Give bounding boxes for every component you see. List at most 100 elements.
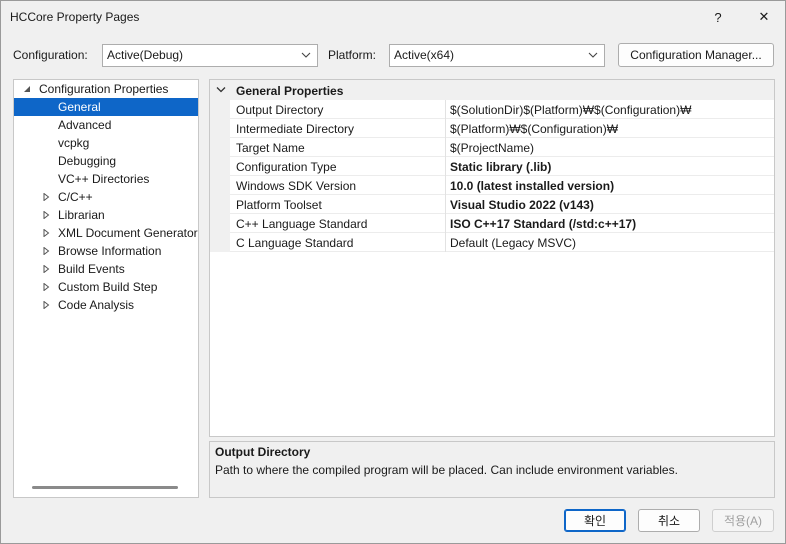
tree-item-label: Debugging	[58, 154, 117, 168]
column-divider[interactable]	[445, 138, 446, 157]
configuration-manager-button[interactable]: Configuration Manager...	[618, 43, 774, 67]
section-title: General Properties	[236, 84, 344, 98]
tree-item-label: Code Analysis	[58, 298, 135, 312]
column-divider[interactable]	[445, 119, 446, 138]
row-gutter	[210, 100, 230, 119]
close-icon: ✕	[758, 9, 770, 24]
title-bar[interactable]: HCCore Property Pages ? ✕	[1, 1, 785, 33]
tree-item-debugging[interactable]: Debugging	[14, 152, 198, 170]
property-name: C Language Standard	[236, 236, 354, 250]
platform-label: Platform:	[328, 48, 377, 62]
window-title: HCCore Property Pages	[10, 10, 140, 24]
collapsed-triangle-icon	[43, 211, 50, 219]
row-gutter	[210, 195, 230, 214]
tree-item-label: Custom Build Step	[58, 280, 158, 294]
apply-button[interactable]: 적용(A)	[712, 509, 774, 532]
section-header-general-properties[interactable]: General Properties	[210, 80, 774, 100]
configuration-dropdown[interactable]: Active(Debug)	[102, 44, 318, 67]
tree-item-label: Advanced	[58, 118, 112, 132]
property-name: Target Name	[236, 141, 305, 155]
property-value[interactable]: $(SolutionDir)$(Platform)₩$(Configuratio…	[450, 103, 691, 117]
tree-item-vcpkg[interactable]: vcpkg	[14, 134, 198, 152]
help-icon: ?	[714, 9, 722, 25]
property-name: Windows SDK Version	[236, 179, 357, 193]
property-row-configuration-type[interactable]: Configuration Type Static library (.lib)	[210, 157, 774, 176]
tree-item-build-events[interactable]: Build Events	[14, 260, 198, 278]
tree-item-xml-document-generator[interactable]: XML Document Generator	[14, 224, 198, 242]
property-name: C++ Language Standard	[236, 217, 368, 231]
column-divider[interactable]	[445, 195, 446, 214]
property-value[interactable]: $(ProjectName)	[450, 141, 534, 155]
property-name: Configuration Type	[236, 160, 337, 174]
property-row-output-directory[interactable]: Output Directory $(SolutionDir)$(Platform…	[210, 100, 774, 119]
property-row-target-name[interactable]: Target Name $(ProjectName)	[210, 138, 774, 157]
row-gutter	[210, 233, 230, 252]
description-text: Path to where the compiled program will …	[215, 463, 678, 477]
property-value[interactable]: ISO C++17 Standard (/std:c++17)	[450, 217, 636, 231]
property-grid: General Properties Output Directory $(Sol…	[209, 79, 775, 437]
property-row-c-language-standard[interactable]: C Language Standard Default (Legacy MSVC)	[210, 233, 774, 252]
column-divider[interactable]	[445, 157, 446, 176]
tree-item-c-c[interactable]: C/C++	[14, 188, 198, 206]
collapsed-triangle-icon	[43, 301, 50, 309]
property-value[interactable]: Static library (.lib)	[450, 160, 551, 174]
property-row-windows-sdk-version[interactable]: Windows SDK Version 10.0 (latest installe…	[210, 176, 774, 195]
collapsed-triangle-icon	[43, 283, 50, 291]
property-row-platform-toolset[interactable]: Platform Toolset Visual Studio 2022 (v143…	[210, 195, 774, 214]
description-title: Output Directory	[215, 445, 311, 459]
configuration-label: Configuration:	[13, 48, 88, 62]
help-button[interactable]: ?	[695, 1, 741, 33]
platform-value: Active(x64)	[394, 48, 455, 62]
property-value[interactable]: $(Platform)₩$(Configuration)₩	[450, 122, 618, 136]
tree-item-label: C/C++	[58, 190, 93, 204]
tree-item-label: Browse Information	[58, 244, 162, 258]
tree-item-librarian[interactable]: Librarian	[14, 206, 198, 224]
property-value[interactable]: Default (Legacy MSVC)	[450, 236, 576, 250]
chevron-down-icon	[588, 52, 598, 58]
expanded-triangle-icon	[24, 86, 30, 92]
column-divider[interactable]	[445, 176, 446, 195]
tree-item-label: Build Events	[58, 262, 125, 276]
row-gutter	[210, 176, 230, 195]
horizontal-scrollbar[interactable]	[32, 486, 178, 489]
tree-item-label: vcpkg	[58, 136, 90, 150]
property-name: Platform Toolset	[236, 198, 322, 212]
collapsed-triangle-icon	[43, 193, 50, 201]
tree-item-label: XML Document Generator	[58, 226, 198, 240]
tree-item-vc-directories[interactable]: VC++ Directories	[14, 170, 198, 188]
cancel-button[interactable]: 취소	[638, 509, 700, 532]
property-name: Intermediate Directory	[236, 122, 355, 136]
tree-item-code-analysis[interactable]: Code Analysis	[14, 296, 198, 314]
column-divider[interactable]	[445, 214, 446, 233]
configuration-value: Active(Debug)	[107, 48, 184, 62]
tree-item-advanced[interactable]: Advanced	[14, 116, 198, 134]
property-value[interactable]: 10.0 (latest installed version)	[450, 179, 614, 193]
row-gutter	[210, 138, 230, 157]
row-gutter	[210, 214, 230, 233]
property-row-intermediate-directory[interactable]: Intermediate Directory $(Platform)₩$(Conf…	[210, 119, 774, 138]
tree-item-custom-build-step[interactable]: Custom Build Step	[14, 278, 198, 296]
tree-item-label: Librarian	[58, 208, 105, 222]
platform-dropdown[interactable]: Active(x64)	[389, 44, 605, 67]
property-name: Output Directory	[236, 103, 324, 117]
tree-item-label: VC++ Directories	[58, 172, 150, 186]
row-gutter	[210, 157, 230, 176]
close-button[interactable]: ✕	[741, 1, 786, 33]
tree-root-configuration-properties[interactable]: Configuration Properties	[14, 80, 198, 98]
description-panel: Output Directory Path to where the compi…	[209, 441, 775, 498]
property-row-c-language-standard[interactable]: C++ Language Standard ISO C++17 Standard …	[210, 214, 774, 233]
row-gutter	[210, 119, 230, 138]
chevron-down-icon	[301, 52, 311, 58]
collapsed-triangle-icon	[43, 229, 50, 237]
category-tree[interactable]: Configuration Properties General Advanced…	[13, 79, 199, 498]
column-divider[interactable]	[445, 233, 446, 252]
collapsed-triangle-icon	[43, 265, 50, 273]
property-pages-dialog: HCCore Property Pages ? ✕ Configuration:…	[0, 0, 786, 544]
property-value[interactable]: Visual Studio 2022 (v143)	[450, 198, 594, 212]
ok-button[interactable]: 확인	[564, 509, 626, 532]
column-divider[interactable]	[445, 100, 446, 119]
tree-item-browse-information[interactable]: Browse Information	[14, 242, 198, 260]
tree-root-label: Configuration Properties	[39, 82, 169, 96]
tree-item-general[interactable]: General	[14, 98, 198, 116]
tree-item-label: General	[58, 100, 101, 114]
